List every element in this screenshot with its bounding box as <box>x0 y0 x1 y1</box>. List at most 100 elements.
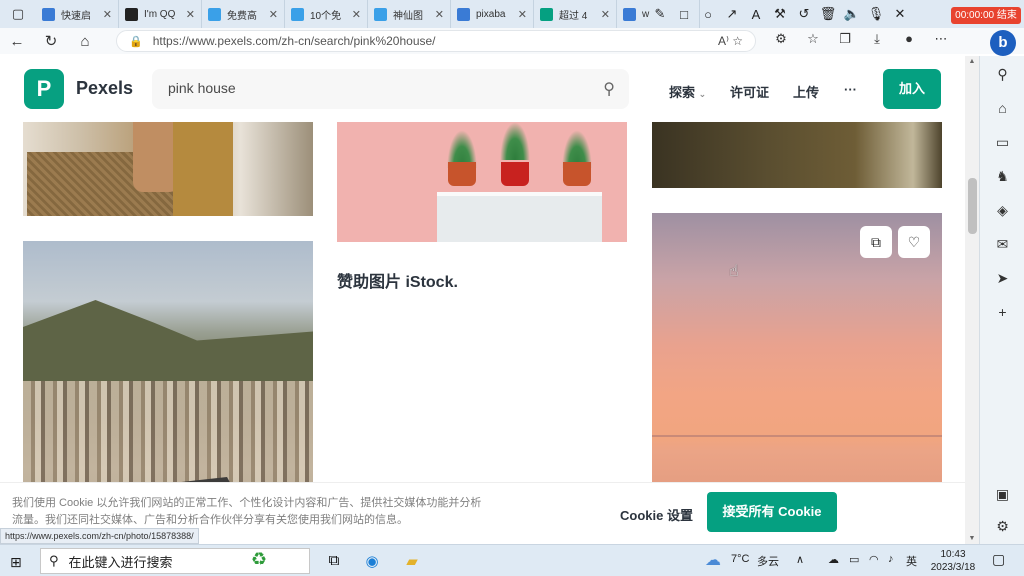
microphone-icon[interactable]: 🎙 <box>864 6 888 22</box>
circle-icon[interactable]: ○ <box>696 7 720 22</box>
collect-icon[interactable]: ⧉ <box>860 226 892 258</box>
profile-icon[interactable]: ● <box>898 31 920 47</box>
extensions-icon[interactable]: ⚙ <box>770 31 792 47</box>
text-icon[interactable]: A <box>744 7 768 22</box>
nav-explore[interactable]: 探索 ⌄ <box>669 82 706 101</box>
sponsor-text[interactable]: 赞助图片 iStock. <box>337 268 458 292</box>
nav-license[interactable]: 许可证 <box>730 82 769 101</box>
browser-tab-title: I'm QQ <box>144 8 176 20</box>
home-icon[interactable]: ⌂ <box>68 33 102 50</box>
photo-dark-interior[interactable] <box>652 122 942 188</box>
scroll-down-icon[interactable]: ▼ <box>965 535 979 542</box>
office-icon[interactable]: ◈ <box>980 202 1024 219</box>
refresh-icon[interactable]: ↻ <box>34 32 68 50</box>
ime-indicator[interactable]: 英 <box>906 553 917 569</box>
add-icon[interactable]: + <box>980 304 1024 320</box>
close-tab-icon[interactable]: ✕ <box>186 8 195 21</box>
close-tab-icon[interactable]: ✕ <box>103 8 112 21</box>
onedrive-icon[interactable]: ☁ <box>828 553 839 566</box>
more-icon[interactable]: ⋯ <box>930 31 952 47</box>
read-aloud-and-favorite-icons[interactable]: A⁾ ☆ <box>718 34 743 48</box>
notification-icon[interactable]: ▢ <box>992 551 1005 568</box>
status-bar-url: https://www.pexels.com/zh-cn/photo/15878… <box>0 528 199 544</box>
sidebar-toggle-icon[interactable]: ▣ <box>980 486 1024 503</box>
favorites-icon[interactable]: ☆ <box>802 31 824 47</box>
window-menu-icon[interactable]: ▢ <box>0 0 36 28</box>
chevron-up-icon[interactable]: ∧ <box>796 553 804 566</box>
speaker-icon[interactable]: 🔈 <box>840 6 864 22</box>
search-box[interactable]: ⚲ <box>152 69 629 109</box>
close-tab-icon[interactable]: ✕ <box>269 8 278 21</box>
bing-chat-icon[interactable]: b <box>990 30 1016 56</box>
send-icon[interactable]: ➤ <box>980 270 1024 287</box>
brand-name[interactable]: Pexels <box>76 78 133 99</box>
outlook-icon[interactable]: ✉ <box>980 236 1024 253</box>
undo-icon[interactable]: ↺ <box>792 6 816 22</box>
photo-detail <box>501 162 529 186</box>
edge-sidebar: ⚲ ⌂ ▭ ♞ ◈ ✉ ➤ + ▣ ⚙ <box>979 56 1024 544</box>
clock[interactable]: 10:43 2023/3/18 <box>924 548 982 574</box>
windows-taskbar: ⊞ ⚲ 在此键入进行搜索 ♻ ⧉ ◉ ▰ ☁ 7°C 多云 ∧ ☁ ▭ ◠ ♪ … <box>0 544 1024 576</box>
browser-tab[interactable]: pixaba ✕ <box>451 0 534 28</box>
arrow-icon[interactable]: ↗ <box>720 6 744 22</box>
mouse-pointer-icon: ☝ <box>729 263 739 280</box>
windows-start-icon[interactable]: ⊞ <box>10 554 22 571</box>
photo-detail <box>563 162 591 186</box>
scroll-up-icon[interactable]: ▲ <box>965 58 979 65</box>
photo-rug-legs[interactable] <box>23 122 313 216</box>
search-icon[interactable]: ⚲ <box>603 79 615 99</box>
browser-tab[interactable]: 10个免 ✕ <box>285 0 368 28</box>
downloads-icon[interactable]: ⤓ <box>866 31 888 47</box>
briefcase-icon[interactable]: ▭ <box>980 134 1024 151</box>
magic-wand-icon[interactable]: ⚒ <box>768 6 792 22</box>
close-tab-icon[interactable]: ✕ <box>352 8 361 21</box>
address-bar[interactable]: 🔒 https://www.pexels.com/zh-cn/search/pi… <box>116 30 756 52</box>
close-tab-icon[interactable]: ✕ <box>518 8 527 21</box>
nav-explore-label: 探索 <box>669 85 696 100</box>
weather-temp[interactable]: 7°C <box>731 553 749 565</box>
page-scrollbar[interactable]: ▲ ▼ <box>965 56 979 544</box>
pexels-logo[interactable]: P <box>24 69 64 109</box>
weather-desc[interactable]: 多云 <box>757 553 779 569</box>
clock-date: 2023/3/18 <box>930 562 976 573</box>
search-input[interactable] <box>168 80 568 96</box>
volume-icon[interactable]: ♪ <box>888 553 894 565</box>
accept-cookies-button[interactable]: 接受所有 Cookie <box>707 492 837 532</box>
nav-more[interactable]: ··· <box>844 82 857 97</box>
browser-tab[interactable]: 免费高 ✕ <box>202 0 285 28</box>
close-tab-icon[interactable]: ✕ <box>601 8 610 21</box>
browser-tab[interactable]: 神仙图 ✕ <box>368 0 451 28</box>
pen-icon[interactable]: ✎ <box>648 6 672 22</box>
chess-icon[interactable]: ♞ <box>980 168 1024 185</box>
scroll-thumb[interactable] <box>968 178 977 234</box>
taskbar-search[interactable]: ⚲ 在此键入进行搜索 ♻ <box>40 548 310 574</box>
photo-detail <box>652 435 942 437</box>
wifi-icon[interactable]: ◠ <box>869 553 879 566</box>
edge-browser-icon[interactable]: ◉ <box>360 552 384 570</box>
close-icon[interactable]: ✕ <box>888 6 912 22</box>
browser-tab[interactable]: I'm QQ ✕ <box>119 0 202 28</box>
file-explorer-icon[interactable]: ▰ <box>400 552 424 570</box>
photo-detail <box>173 122 233 216</box>
nav-upload[interactable]: 上传 <box>793 82 819 101</box>
rectangle-icon[interactable]: □ <box>672 7 696 22</box>
browser-tab[interactable]: 快速启 ✕ <box>36 0 119 28</box>
recording-end-button[interactable]: 00:00:00 结束 <box>951 7 1021 24</box>
close-tab-icon[interactable]: ✕ <box>435 8 444 21</box>
task-view-icon[interactable]: ⧉ <box>322 552 346 569</box>
browser-tab[interactable]: 超过 4 ✕ <box>534 0 617 28</box>
tag-icon[interactable]: ⌂ <box>980 100 1024 116</box>
weather-icon[interactable]: ☁ <box>705 550 721 570</box>
collections-icon[interactable]: ❐ <box>834 31 856 47</box>
cookie-settings-button[interactable]: Cookie 设置 <box>620 505 693 524</box>
site-header: P Pexels ⚲ 探索 ⌄ 许可证 上传 ··· 加入 <box>0 56 965 122</box>
photo-detail <box>500 122 530 160</box>
join-button[interactable]: 加入 <box>883 69 941 109</box>
heart-icon[interactable]: ♡ <box>898 226 930 258</box>
settings-icon[interactable]: ⚙ <box>980 518 1024 535</box>
photo-pink-wall-plants[interactable] <box>337 122 627 242</box>
search-icon[interactable]: ⚲ <box>980 66 1024 83</box>
trash-icon[interactable]: 🗑 <box>816 6 840 22</box>
back-icon[interactable]: ← <box>0 33 34 50</box>
battery-icon[interactable]: ▭ <box>849 553 859 566</box>
